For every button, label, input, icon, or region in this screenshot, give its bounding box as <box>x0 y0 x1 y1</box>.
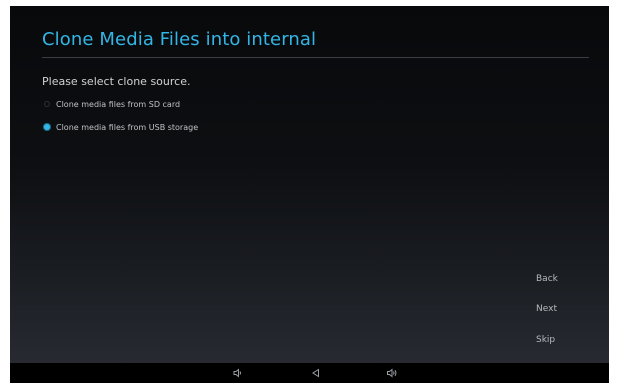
clone-source-prompt: Please select clone source. <box>42 75 191 88</box>
radio-selected-icon[interactable] <box>44 124 50 130</box>
page-title: Clone Media Files into internal <box>42 29 317 50</box>
system-navigation-bar <box>10 363 609 383</box>
option-usb-storage[interactable]: Clone media files from USB storage <box>44 120 198 134</box>
title-divider <box>42 57 589 58</box>
option-label: Clone media files from SD card <box>56 99 181 109</box>
radio-unselected-icon[interactable] <box>44 101 50 107</box>
volume-up-icon[interactable] <box>386 367 398 379</box>
skip-button[interactable]: Skip <box>536 335 555 345</box>
setup-screen: Clone Media Files into internal Please s… <box>10 6 609 363</box>
next-button[interactable]: Next <box>536 304 557 314</box>
option-label: Clone media files from USB storage <box>56 122 199 132</box>
option-sd-card[interactable]: Clone media files from SD card <box>44 97 180 111</box>
back-button[interactable]: Back <box>536 274 558 284</box>
back-icon[interactable] <box>310 367 322 379</box>
volume-down-icon[interactable] <box>232 367 244 379</box>
